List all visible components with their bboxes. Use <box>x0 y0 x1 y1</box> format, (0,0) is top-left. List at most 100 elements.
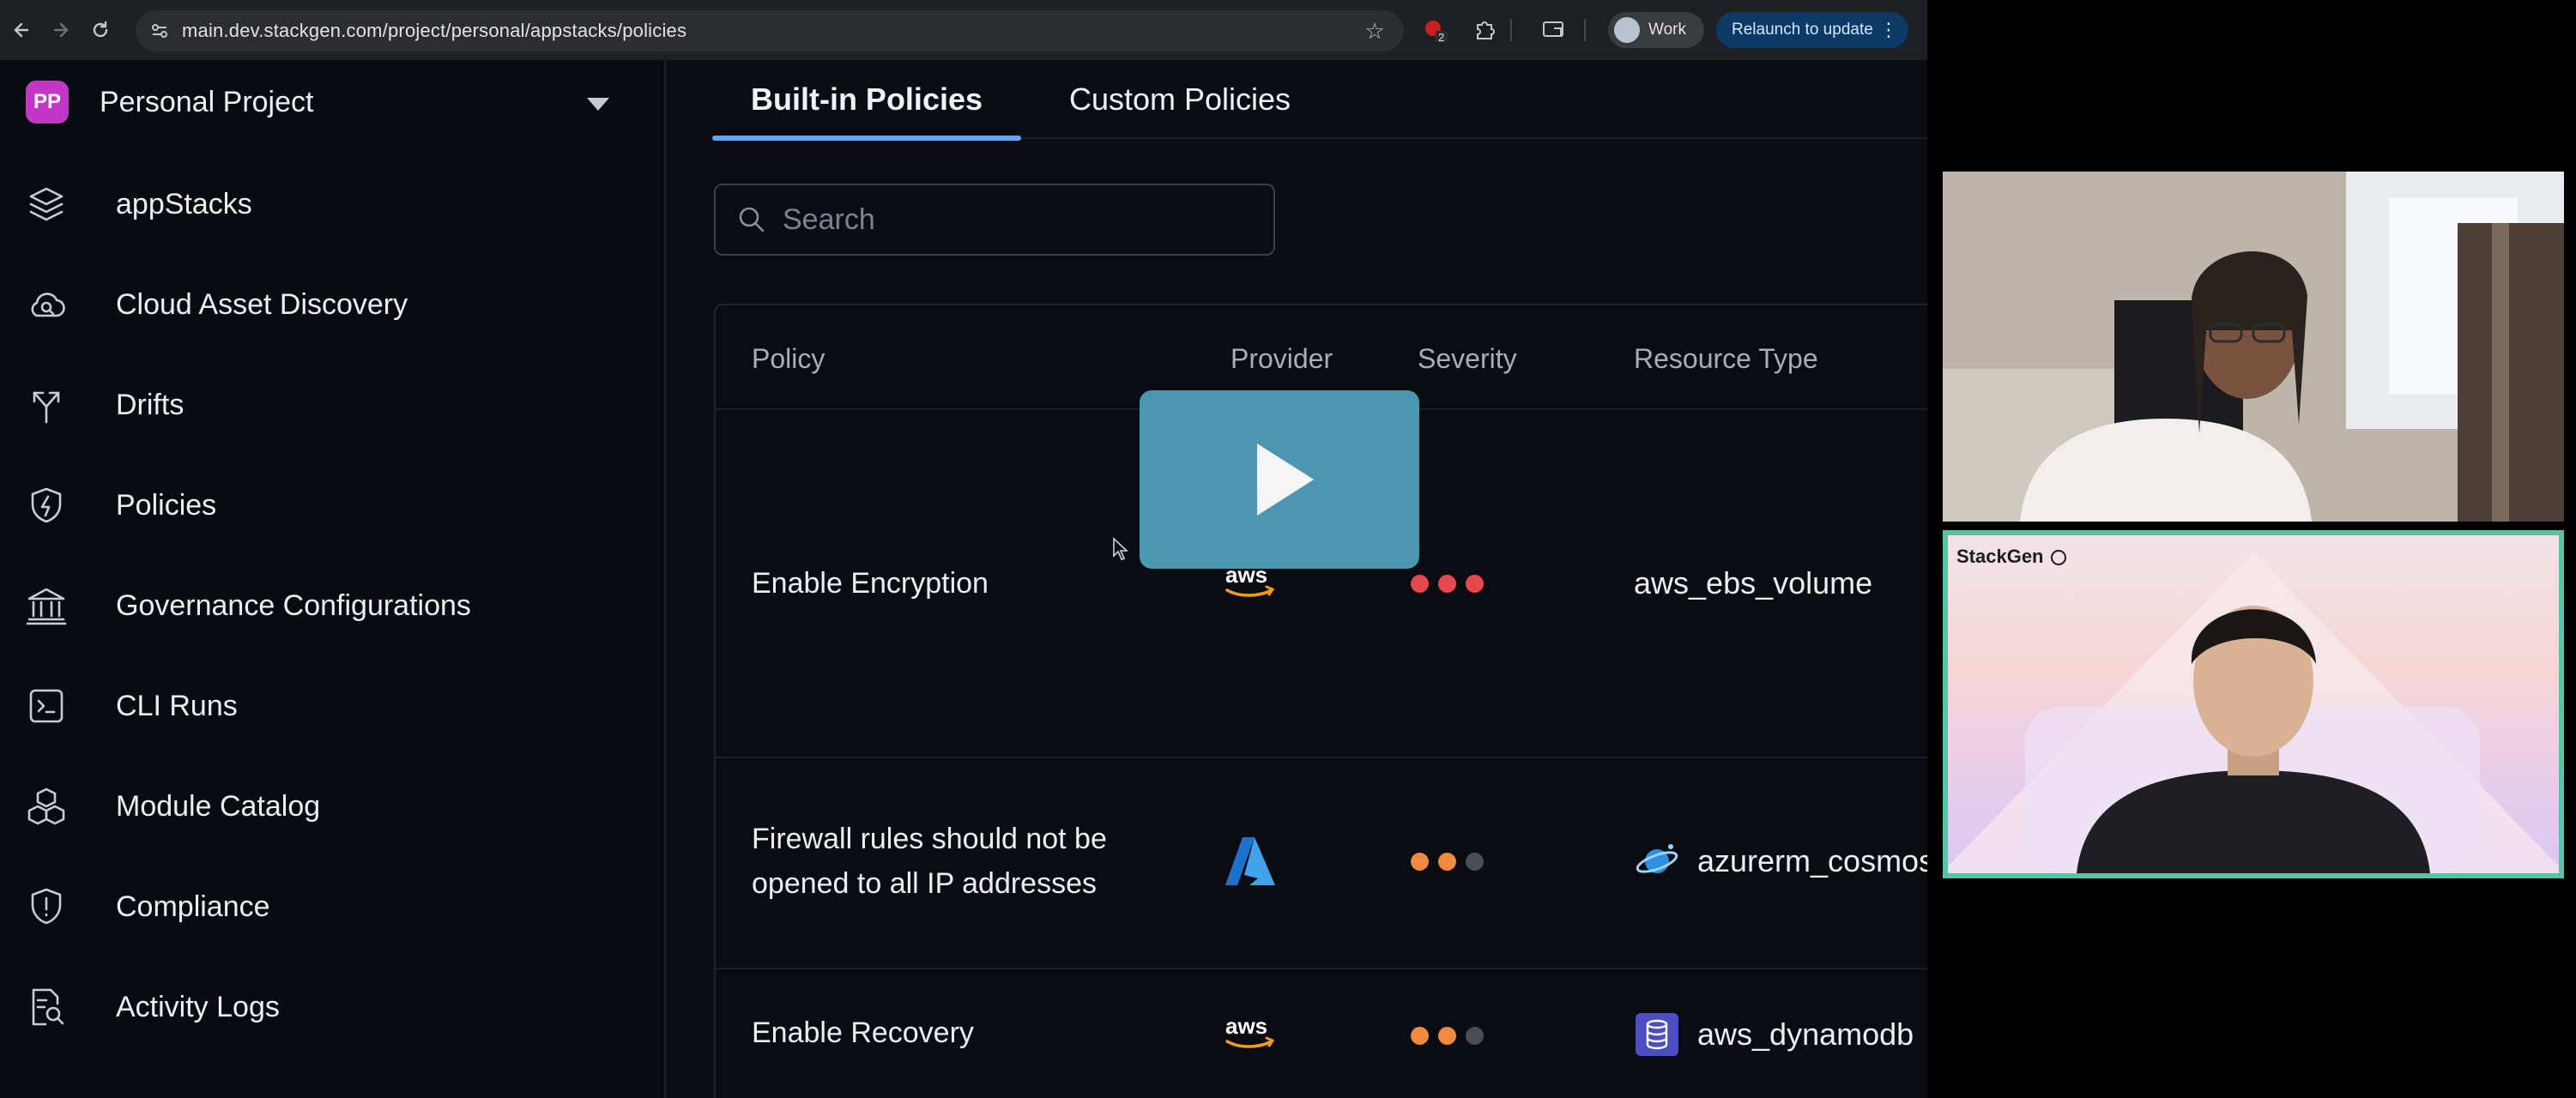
profile-label: Work <box>1648 21 1686 39</box>
sidebar-item-appstacks[interactable]: appStacks <box>22 170 640 238</box>
tab-label: Custom Policies <box>1068 81 1291 117</box>
extensions-puzzle-icon[interactable] <box>1469 15 1500 45</box>
sidebar-item-label: appStacks <box>116 187 252 220</box>
sidebar-item-cloud-asset-discovery[interactable]: Cloud Asset Discovery <box>22 270 640 339</box>
sidebar-item-compliance[interactable]: Compliance <box>22 872 640 941</box>
resource-type-text: aws_dynamodb <box>1697 1017 1914 1052</box>
participant-2-image <box>1948 552 2559 873</box>
relaunch-label: Relaunch to update <box>1732 21 1873 39</box>
address-bar[interactable]: main.dev.stackgen.com/project/personal/a… <box>136 10 1404 51</box>
project-switcher[interactable]: PP Personal Project <box>26 75 626 129</box>
url-text[interactable]: main.dev.stackgen.com/project/personal/a… <box>182 20 686 42</box>
severity-dot <box>1411 574 1429 593</box>
resource-type: aws_dynamodb <box>1634 1009 1914 1060</box>
browser-window: main.dev.stackgen.com/project/personal/a… <box>0 0 1927 1098</box>
policy-tabs: Built-in Policies Custom Policies <box>712 60 1927 141</box>
table-row[interactable]: Enable Recovery aws aws_dynamodb <box>716 969 1927 1098</box>
sidebar-item-label: Governance Configurations <box>116 588 471 622</box>
sidebar-item-activity-logs[interactable]: Activity Logs <box>22 973 640 1041</box>
sidebar: PP Personal Project appStacks Cloud Asse… <box>0 60 666 1098</box>
search-box <box>714 184 1275 256</box>
layers-icon <box>22 180 70 228</box>
participant-1-image <box>1943 172 2564 522</box>
policy-name[interactable]: Enable Encryption <box>752 561 1198 606</box>
severity-dot <box>1466 574 1484 593</box>
sidebar-item-module-catalog[interactable]: Module Catalog <box>22 772 640 841</box>
toolbar-divider <box>1584 19 1586 41</box>
severity-dot <box>1438 852 1456 871</box>
tab-built-in-policies[interactable]: Built-in Policies <box>712 60 1021 141</box>
play-icon <box>1257 443 1314 516</box>
reload-button[interactable] <box>82 12 118 48</box>
forward-button[interactable] <box>43 12 79 48</box>
shield-bolt-icon <box>22 481 70 529</box>
project-badge: PP <box>26 81 69 124</box>
svg-text:aws: aws <box>1225 1013 1267 1039</box>
back-arrow-icon <box>14 22 29 38</box>
cubes-icon <box>22 782 70 830</box>
policies-main: Built-in Policies Custom Policies Policy… <box>668 60 1927 1098</box>
search-input[interactable] <box>783 202 1229 237</box>
sidebar-item-label: Compliance <box>116 890 270 923</box>
table-row[interactable]: Firewall rules should not be opened to a… <box>716 758 1927 968</box>
severity-indicator <box>1411 570 1484 596</box>
browser-toolbar: main.dev.stackgen.com/project/personal/a… <box>0 0 1927 60</box>
policy-name[interactable]: Firewall rules should not be opened to a… <box>752 817 1198 906</box>
participant-video-2-active-speaker: StackGen <box>1943 530 2564 878</box>
video-play-button[interactable] <box>1140 390 1419 569</box>
dynamodb-icon <box>1634 1011 1680 1058</box>
resource-type: azurerm_cosmos <box>1634 836 1927 887</box>
project-name: Personal Project <box>100 85 314 118</box>
fork-arrows-icon <box>22 381 70 429</box>
column-header-policy[interactable]: Policy <box>752 343 825 375</box>
resource-type-text: aws_ebs_volume <box>1634 565 1873 600</box>
extension-badge-icon[interactable]: 2 <box>1419 15 1450 45</box>
back-button[interactable] <box>3 12 39 48</box>
cloud-search-icon <box>22 281 70 329</box>
relaunch-button[interactable]: Relaunch to update ⋮ <box>1716 12 1908 48</box>
resource-type: aws_ebs_volume <box>1634 558 1872 609</box>
sidebar-item-label: CLI Runs <box>116 689 238 722</box>
terminal-icon <box>22 682 70 730</box>
bookmark-star-icon[interactable]: ☆ <box>1361 17 1388 45</box>
azure-logo-icon <box>1224 836 1301 887</box>
search-icon <box>735 202 769 237</box>
shield-alert-icon <box>22 883 70 931</box>
forward-arrow-icon <box>53 22 69 38</box>
tab-label: Built-in Policies <box>750 81 983 117</box>
chevron-down-icon[interactable] <box>587 98 609 111</box>
sidebar-item-cli-runs[interactable]: CLI Runs <box>22 672 640 740</box>
severity-dot <box>1466 1026 1484 1045</box>
mouse-cursor-icon <box>1113 537 1129 560</box>
resource-type-text: azurerm_cosmos <box>1697 843 1927 878</box>
profile-avatar <box>1614 17 1640 43</box>
sidebar-item-label: Module Catalog <box>116 789 321 823</box>
column-header-resource-type[interactable]: Resource Type <box>1634 343 1818 375</box>
column-header-severity[interactable]: Severity <box>1418 343 1517 375</box>
site-info-icon[interactable] <box>142 14 177 48</box>
stackgen-logo-icon <box>2050 550 2066 565</box>
sidebar-item-label: Drifts <box>116 388 184 421</box>
active-tab-indicator <box>712 136 1021 141</box>
sidebar-item-drifts[interactable]: Drifts <box>22 371 640 439</box>
tab-custom-policies[interactable]: Custom Policies <box>1047 60 1313 139</box>
bank-icon <box>22 582 70 630</box>
sidebar-item-label: Policies <box>116 488 217 522</box>
participant-video-1 <box>1943 172 2564 522</box>
severity-indicator <box>1411 848 1484 874</box>
cast-tab-icon[interactable] <box>1538 15 1569 45</box>
reload-icon <box>93 21 108 38</box>
document-search-icon <box>22 983 70 1031</box>
sidebar-item-governance-configurations[interactable]: Governance Configurations <box>22 571 640 640</box>
kebab-menu-icon[interactable]: ⋮ <box>1879 19 1898 41</box>
extension-badge-count: 2 <box>1438 31 1445 44</box>
sidebar-item-policies[interactable]: Policies <box>22 471 640 540</box>
severity-dot <box>1411 852 1429 871</box>
sidebar-item-label: Cloud Asset Discovery <box>116 287 408 321</box>
policy-name[interactable]: Enable Recovery <box>752 1011 1198 1055</box>
column-header-provider[interactable]: Provider <box>1231 343 1333 375</box>
severity-dot <box>1438 574 1456 593</box>
severity-indicator <box>1411 1023 1484 1048</box>
profile-button[interactable]: Work <box>1608 12 1704 48</box>
toolbar-divider <box>1510 19 1512 41</box>
